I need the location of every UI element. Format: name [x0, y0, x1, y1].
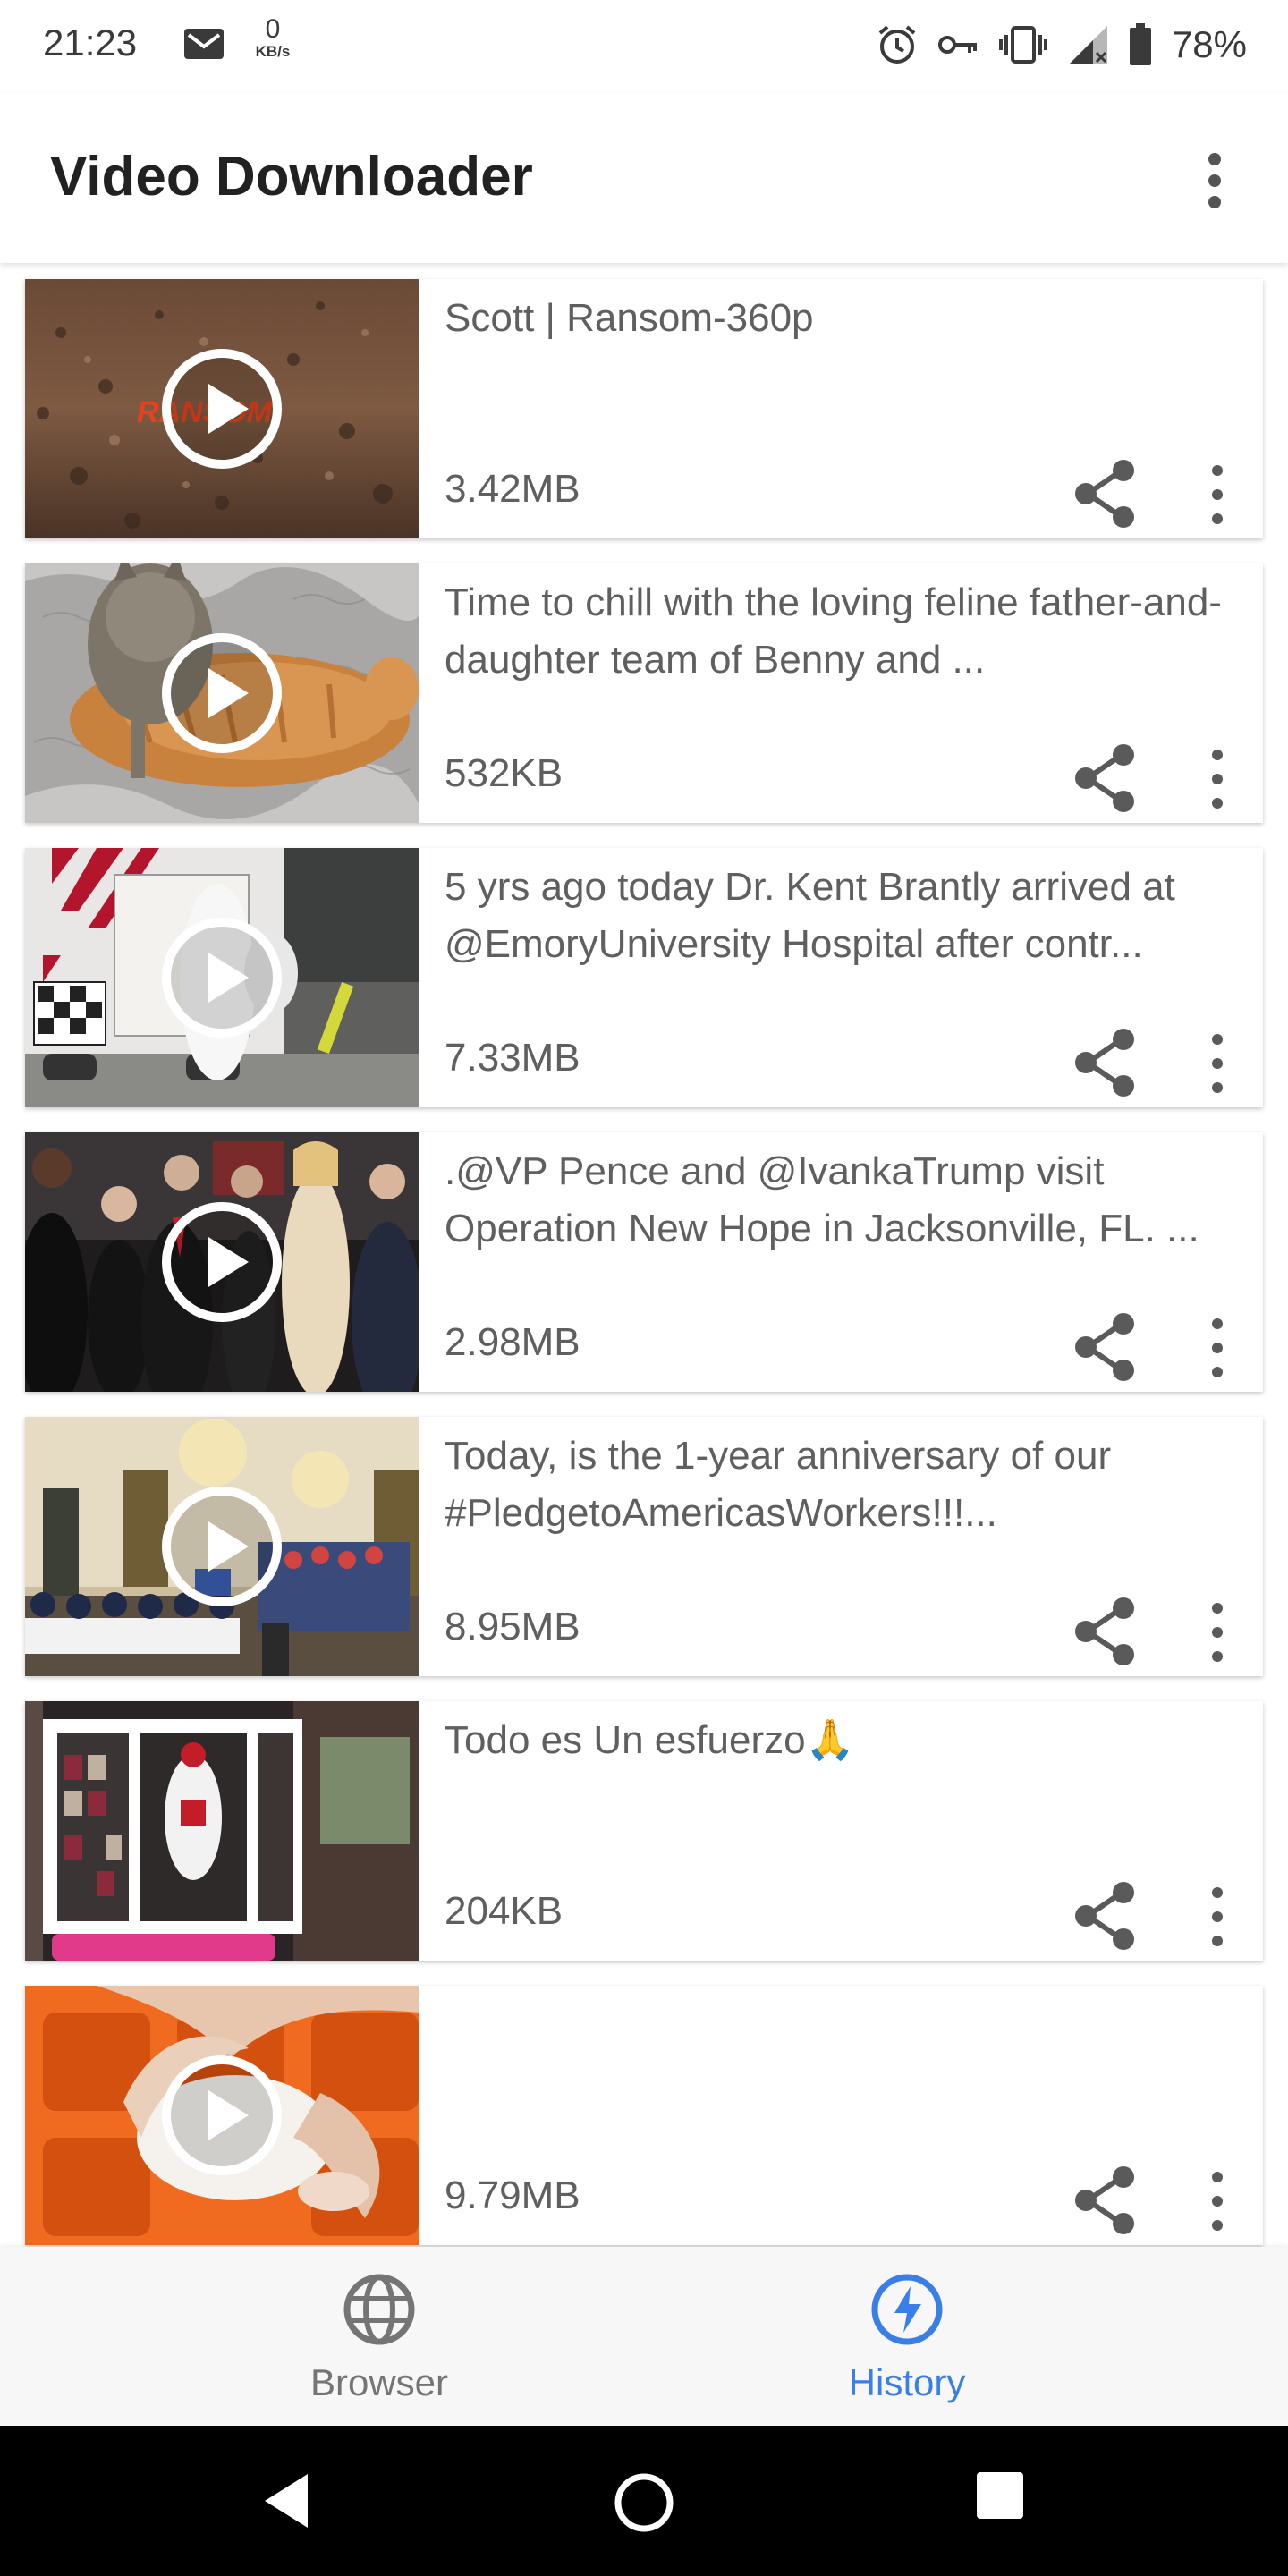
- recents-icon[interactable]: [975, 2470, 1025, 2521]
- play-icon[interactable]: [159, 915, 284, 1040]
- vpn-key-icon: [937, 36, 977, 54]
- network-speed: 0 KB/s: [246, 16, 300, 61]
- video-card[interactable]: 9.79MB: [25, 1986, 1263, 2245]
- globe-icon: [343, 2274, 415, 2345]
- more-vertical-icon[interactable]: [1204, 2168, 1231, 2234]
- video-size: 2.98MB: [445, 1320, 580, 1364]
- video-thumbnail[interactable]: [25, 564, 419, 823]
- video-thumbnail[interactable]: RANSOM: [25, 279, 419, 538]
- play-icon[interactable]: [159, 631, 284, 756]
- battery-icon: [1129, 23, 1151, 65]
- share-icon[interactable]: [1070, 742, 1141, 814]
- video-card[interactable]: Todo es Un esfuerzo🙏 204KB: [25, 1701, 1263, 1961]
- tab-history[interactable]: History: [773, 2247, 1041, 2426]
- video-size: 8.95MB: [445, 1605, 580, 1648]
- mail-icon: [184, 29, 224, 59]
- play-icon[interactable]: [159, 1199, 284, 1325]
- video-size: 204KB: [445, 1889, 564, 1933]
- more-vertical-icon[interactable]: [1204, 746, 1231, 812]
- more-vertical-icon[interactable]: [1204, 1315, 1231, 1381]
- video-card[interactable]: RANSOM Scott | Ransom-360p 3.42MB: [25, 279, 1263, 538]
- bottom-navigation: Browser History: [0, 2247, 1288, 2426]
- video-thumbnail[interactable]: [25, 848, 419, 1107]
- share-icon[interactable]: [1070, 1880, 1141, 1952]
- network-speed-value: 0: [265, 14, 281, 44]
- back-icon[interactable]: [259, 2470, 313, 2531]
- app-bar: Video Downloader: [0, 93, 1288, 263]
- video-size: 532KB: [445, 751, 564, 795]
- page-title: Video Downloader: [50, 146, 533, 208]
- battery-percent: 78%: [1171, 23, 1247, 65]
- video-size: 7.33MB: [445, 1036, 580, 1080]
- network-speed-unit: KB/s: [255, 43, 291, 60]
- video-card[interactable]: 5 yrs ago today Dr. Kent Brantly arrived…: [25, 848, 1263, 1107]
- status-bar: 21:23 0 KB/s 78%: [0, 0, 1288, 93]
- video-thumbnail[interactable]: [25, 1701, 419, 1961]
- share-icon[interactable]: [1070, 1027, 1141, 1098]
- video-card[interactable]: Today, is the 1-year anniversary of our …: [25, 1417, 1263, 1676]
- share-icon[interactable]: [1070, 1596, 1141, 1667]
- status-time: 21:23: [43, 21, 138, 64]
- video-card[interactable]: .@VP Pence and @IvankaTrump visit Operat…: [25, 1132, 1263, 1392]
- signal-icon: [1069, 26, 1107, 64]
- system-navigation-bar: [0, 2426, 1288, 2576]
- lightning-bolt-icon: [871, 2274, 943, 2345]
- video-thumbnail[interactable]: [25, 1986, 419, 2245]
- more-vertical-icon[interactable]: [1204, 462, 1231, 528]
- more-vertical-icon[interactable]: [1204, 1884, 1231, 1950]
- play-icon[interactable]: [159, 346, 284, 471]
- video-thumbnail[interactable]: [25, 1417, 419, 1676]
- more-vertical-icon[interactable]: [1204, 1030, 1231, 1097]
- video-title: Time to chill with the loving feline fat…: [445, 580, 1222, 682]
- video-title: 5 yrs ago today Dr. Kent Brantly arrived…: [445, 865, 1175, 966]
- download-history-list[interactable]: RANSOM Scott | Ransom-360p 3.42MB: [0, 263, 1288, 2247]
- alarm-icon: [878, 25, 916, 64]
- share-icon[interactable]: [1070, 2165, 1141, 2236]
- video-title: Scott | Ransom-360p: [445, 296, 814, 340]
- video-title: Todo es Un esfuerzo🙏: [445, 1718, 855, 1762]
- vibrate-icon: [998, 26, 1047, 64]
- more-vertical-icon[interactable]: [1188, 145, 1241, 216]
- video-card[interactable]: Time to chill with the loving feline fat…: [25, 564, 1263, 823]
- video-title: Today, is the 1-year anniversary of our …: [445, 1434, 1112, 1535]
- video-size: 9.79MB: [445, 2174, 580, 2217]
- tab-history-label: History: [848, 2361, 966, 2403]
- play-icon[interactable]: [159, 2053, 284, 2178]
- share-icon[interactable]: [1070, 1311, 1141, 1383]
- more-vertical-icon[interactable]: [1204, 1599, 1231, 1665]
- video-size: 3.42MB: [445, 467, 580, 511]
- share-icon[interactable]: [1070, 458, 1141, 530]
- tab-browser[interactable]: Browser: [245, 2247, 513, 2426]
- tab-browser-label: Browser: [309, 2361, 449, 2403]
- video-thumbnail[interactable]: [25, 1132, 419, 1392]
- play-icon[interactable]: [159, 1484, 284, 1609]
- video-title: .@VP Pence and @IvankaTrump visit Operat…: [445, 1149, 1199, 1250]
- home-icon[interactable]: [612, 2470, 676, 2535]
